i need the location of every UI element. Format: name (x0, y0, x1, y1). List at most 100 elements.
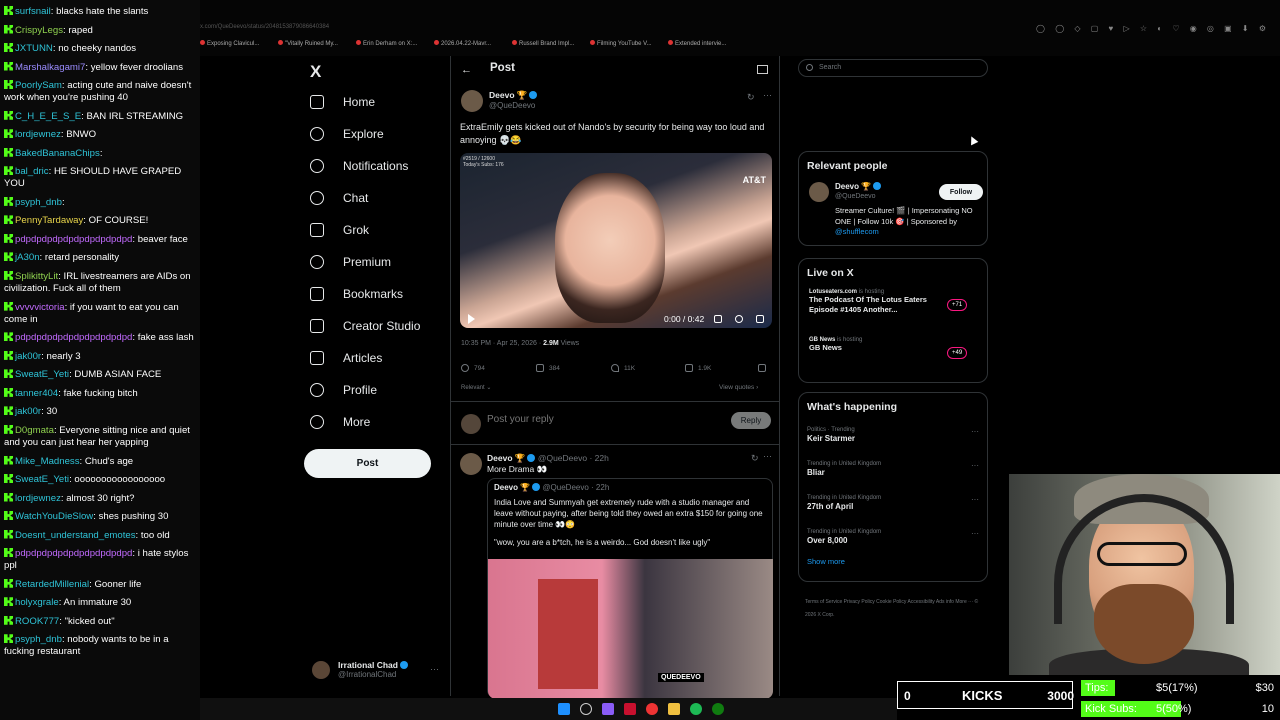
footer-links[interactable]: Terms of Service Privacy Policy Cookie P… (805, 596, 985, 622)
nav-item-creator-studio[interactable]: Creator Studio (310, 314, 420, 338)
nav-item-more[interactable]: More (310, 410, 370, 434)
windows-start-icon[interactable] (558, 703, 570, 715)
more-icon[interactable]: ··· (763, 451, 772, 461)
chat-username[interactable]: PennyTardaway (15, 215, 83, 226)
more-icon[interactable]: ··· (971, 495, 979, 504)
bookmark-item[interactable]: Filming YouTube V... (590, 40, 652, 47)
settings-icon[interactable] (735, 315, 743, 323)
chat-username[interactable]: psyph_dnb (15, 197, 62, 208)
more-icon[interactable]: ··· (971, 427, 979, 436)
nav-item-explore[interactable]: Explore (310, 122, 384, 146)
chat-username[interactable]: JXTUNN (15, 43, 53, 54)
chat-username[interactable]: jA30n (15, 252, 40, 263)
obs-icon[interactable] (624, 703, 636, 715)
chat-username[interactable]: holyxgrale (15, 597, 59, 608)
chat-username[interactable]: pdpdpdpdpdpdpdpdpdpdpd (15, 234, 132, 245)
chat-username[interactable]: lordjewnez (15, 493, 61, 504)
chat-username[interactable]: pdpdpdpdpdpdpdpdpdpdpd (15, 548, 132, 559)
nav-item-home[interactable]: Home (310, 90, 375, 114)
like-action[interactable]: 11K (611, 364, 635, 372)
browser-extension-icons[interactable]: ◯ ◯ ◇ ▢ ♥ ▷ ☆ ◐ ♡ ◉ ◎ ▣ ⬇ ⚙ (1036, 24, 1270, 33)
nav-item-bookmarks[interactable]: Bookmarks (310, 282, 403, 306)
chat-username[interactable]: SweatE_Yeti (15, 369, 69, 380)
trend-item[interactable]: Trending in United Kingdom Bliar ··· (807, 461, 983, 477)
follow-button[interactable]: Follow (939, 184, 983, 200)
chat-username[interactable]: lordjewnez (15, 129, 61, 140)
nav-item-chat[interactable]: Chat (310, 186, 368, 210)
account-switcher[interactable]: Irrational Chad @IrrationalChad ··· (312, 660, 439, 679)
chat-username[interactable]: tanner404 (15, 388, 58, 399)
chat-username[interactable]: Doesnt_understand_emotes (15, 530, 136, 541)
nav-item-notifications[interactable]: Notifications (310, 154, 408, 178)
bookmark-action[interactable]: 1.9K (685, 364, 711, 372)
repost-action[interactable]: 384 (536, 364, 560, 372)
person-name[interactable]: Deevo 🏆 (835, 182, 882, 191)
reply-action[interactable]: 794 (461, 364, 485, 372)
trend-item[interactable]: Trending in United Kingdom 27th of April ·… (807, 495, 983, 511)
chat-username[interactable]: CrispyLegs (15, 25, 63, 36)
volume-icon[interactable] (714, 315, 722, 323)
avatar[interactable] (460, 453, 482, 475)
reply-input[interactable] (487, 414, 687, 425)
chat-username[interactable]: WatchYouDieSlow (15, 511, 93, 522)
chat-username[interactable]: ROOK777 (15, 616, 59, 627)
xbox-icon[interactable] (712, 703, 724, 715)
quoted-tweet[interactable]: Deevo 🏆 @QueDeevo · 22h India Love and S… (487, 478, 773, 699)
avatar[interactable] (461, 90, 483, 112)
nav-item-premium[interactable]: Premium (310, 250, 391, 274)
chat-username[interactable]: SweatE_Yeti (15, 474, 69, 485)
search-input[interactable]: Search (798, 59, 988, 77)
show-more-link[interactable]: Show more (807, 557, 845, 566)
chat-username[interactable]: surfsnail (15, 6, 51, 17)
bio-link[interactable]: @shufflecom (835, 227, 879, 236)
chat-username[interactable]: PoorlySam (15, 80, 62, 91)
spotify-icon[interactable] (690, 703, 702, 715)
address-bar[interactable]: x.com/QueDeevo/status/204815387908664038… (200, 24, 329, 30)
back-arrow-icon[interactable]: ← (461, 64, 472, 76)
trend-item[interactable]: Politics · Trending Keir Starmer ··· (807, 427, 983, 443)
video-player[interactable]: #2519 / 12600 Today's Subs: 176 AT&T 0:0… (460, 153, 772, 328)
chat-username[interactable]: jak00r (15, 406, 41, 417)
more-icon[interactable]: ··· (430, 664, 439, 674)
avatar[interactable] (809, 182, 829, 202)
reader-icon[interactable] (757, 65, 768, 74)
view-quotes-link[interactable]: View quotes › (719, 384, 758, 391)
chat-username[interactable]: BakedBananaChips (15, 148, 100, 159)
share-action[interactable] (758, 364, 771, 372)
live-space-item[interactable]: GB News is hosting GB News +49 (809, 337, 979, 359)
bookmark-item[interactable]: Russell Brand Impl... (512, 40, 574, 47)
chat-username[interactable]: D0gmata (15, 425, 54, 436)
chat-username[interactable]: Mike_Madness (15, 456, 80, 467)
folder-icon[interactable] (668, 703, 680, 715)
chat-username[interactable]: RetardedMillenial (15, 579, 89, 590)
bookmark-item[interactable]: Extended intervie... (668, 40, 726, 47)
chat-username[interactable]: bal_dric (15, 166, 49, 177)
browser-icon[interactable] (646, 703, 658, 715)
bookmark-item[interactable]: "Vitally Ruined My... (278, 40, 338, 47)
chat-username[interactable]: psyph_dnb (15, 634, 62, 645)
play-icon[interactable] (468, 314, 475, 324)
chat-username[interactable]: pdpdpdpdpdpdpdpdpdpdpd (15, 332, 132, 343)
chat-username[interactable]: C_H_E_E_S_E (15, 111, 81, 122)
reply-button[interactable]: Reply (731, 412, 771, 429)
nav-item-articles[interactable]: Articles (310, 346, 382, 370)
compose-post-button[interactable]: Post (304, 449, 431, 478)
bookmark-item[interactable]: Exposing Clavicul... (200, 40, 259, 47)
grok-icon[interactable]: ↻ (747, 92, 755, 103)
bookmark-item[interactable]: Erin Derham on X:... (356, 40, 417, 47)
live-space-item[interactable]: Lotuseaters.com is hosting The Podcast Of… (809, 289, 979, 315)
more-icon[interactable]: ··· (971, 529, 979, 538)
chat-username[interactable]: Marshalkagami7 (15, 62, 85, 73)
chat-username[interactable]: SplikittyLit (15, 271, 58, 282)
chat-username[interactable]: vvvvvictoria (15, 302, 65, 313)
fullscreen-icon[interactable] (756, 315, 764, 323)
nav-item-grok[interactable]: Grok (310, 218, 369, 242)
author-handle[interactable]: @QueDeevo (489, 101, 537, 110)
bookmark-item[interactable]: 2026.04.22-Mavr... (434, 40, 491, 47)
quote-media[interactable]: QUEDEEVO (488, 559, 773, 699)
grok-icon[interactable]: ↻ (751, 453, 759, 464)
x-logo[interactable]: X (310, 62, 321, 82)
discord-icon[interactable] (602, 703, 614, 715)
search-icon[interactable] (580, 703, 592, 715)
person-handle[interactable]: @QueDeevo (835, 193, 876, 200)
